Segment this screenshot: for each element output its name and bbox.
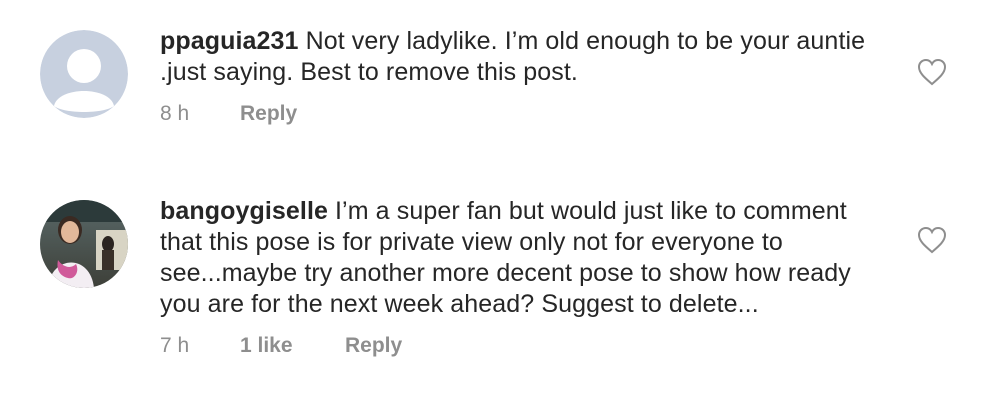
comment-timestamp[interactable]: 8 h [160,102,240,126]
comment-username[interactable]: ppaguia231 [160,27,299,55]
comment-meta: 7 h 1 like Reply [160,334,890,358]
user-photo [40,200,128,288]
reply-button[interactable]: Reply [345,334,402,358]
comment-text-block: ppaguia231 Not very ladylike. I’m old eno… [160,26,890,88]
default-avatar-icon [40,30,128,118]
comment-body: bangoygiselle I’m a super fan but would j… [160,196,890,358]
avatar[interactable] [40,30,128,118]
reply-button[interactable]: Reply [240,102,297,126]
heart-icon[interactable] [917,226,947,254]
comment-meta: 8 h Reply [160,102,890,126]
comment-body: ppaguia231 Not very ladylike. I’m old eno… [160,26,890,126]
heart-icon[interactable] [917,58,947,86]
avatar[interactable] [40,200,128,288]
comment-timestamp[interactable]: 7 h [160,334,240,358]
like-count[interactable]: 1 like [240,334,345,358]
comment-username[interactable]: bangoygiselle [160,197,328,225]
comment-text-block: bangoygiselle I’m a super fan but would j… [160,196,890,320]
